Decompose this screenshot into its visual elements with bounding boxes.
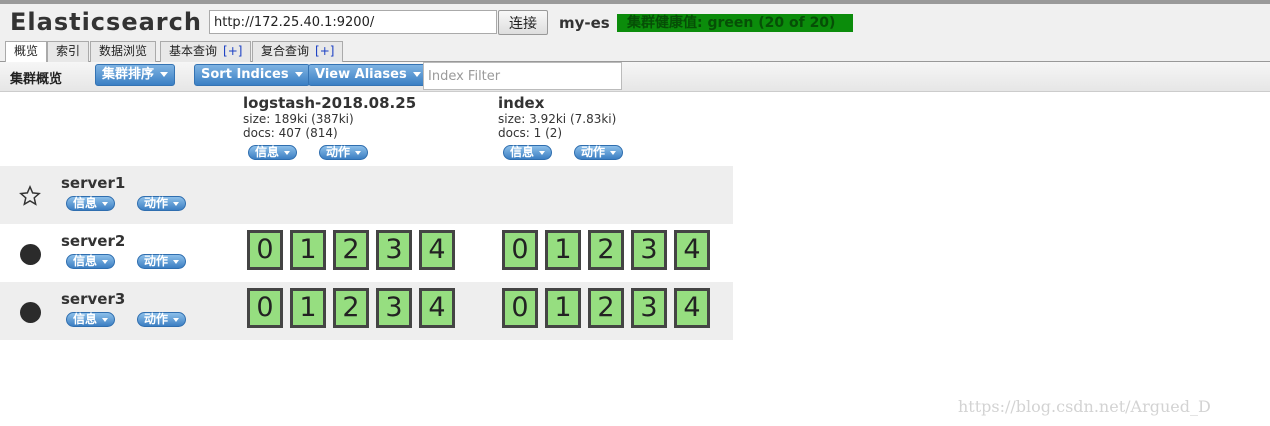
shard-box[interactable]: 0 [502,288,538,328]
index-name: index [498,94,545,112]
shard-box[interactable]: 2 [333,288,369,328]
index-size: size: 3.92ki (7.83ki) [498,112,617,126]
watermark: https://blog.csdn.net/Argued_D [958,397,1211,416]
shard-box[interactable]: 4 [419,230,455,270]
sort-indices-button[interactable]: Sort Indices [194,64,310,86]
chevron-down-icon [102,317,109,322]
shard-box[interactable]: 2 [333,230,369,270]
shard-box[interactable]: 1 [290,288,326,328]
server-info-button[interactable]: 信息 [66,312,116,327]
server-info-button[interactable]: 信息 [66,254,116,269]
connect-button[interactable]: 连接 [498,10,548,35]
shard-box[interactable]: 3 [631,288,667,328]
server-action-button[interactable]: 动作 [137,312,187,327]
server-action-button[interactable]: 动作 [137,254,187,269]
cluster-name: my-es [559,14,610,32]
chevron-down-icon [102,201,109,206]
index-docs: docs: 1 (2) [498,126,563,140]
tab-basic-query[interactable]: 基本查询 [+] [160,41,252,62]
pill-label: 信息 [73,312,98,326]
server-name: server3 [61,290,126,308]
chevron-down-icon [173,201,180,206]
tab-indices[interactable]: 索引 [47,41,90,62]
server-row: server1 信息 动作 [0,166,733,224]
tab-label: 概览 [14,44,39,58]
pill-label: 信息 [73,196,98,210]
shard-box[interactable]: 2 [588,230,624,270]
server-name: server2 [61,232,126,250]
chevron-down-icon [294,72,303,77]
tab-label: 基本查询 [169,44,218,58]
tab-bar: 概览 索引 数据浏览 基本查询 [+] 复合查询 [+] [0,40,1270,63]
chevron-down-icon [610,150,617,155]
server-row: server3 信息 动作 0 1 2 3 4 0 1 2 3 4 [0,282,733,340]
index-size: size: 189ki (387ki) [243,112,354,126]
index-docs: docs: 407 (814) [243,126,338,140]
overview-toolbar: 集群概览 集群排序 Sort Indices View Aliases [0,62,1270,92]
chevron-down-icon [412,72,421,77]
filled-circle-icon [20,244,41,265]
chevron-down-icon [355,150,362,155]
view-aliases-label: View Aliases [315,67,407,82]
shard-box[interactable]: 4 [674,230,710,270]
pill-label: 信息 [73,254,98,268]
top-bar: Elasticsearch 连接 my-es 集群健康值: green (20 … [0,0,1270,40]
shard-box[interactable]: 3 [631,230,667,270]
index-info-button[interactable]: 信息 [503,145,553,160]
tab-browser[interactable]: 数据浏览 [90,41,157,62]
shard-box[interactable]: 2 [588,288,624,328]
pill-label: 动作 [326,145,351,159]
star-outline-icon[interactable] [19,185,41,207]
shard-box[interactable]: 0 [247,230,283,270]
pill-label: 动作 [581,145,606,159]
app-title: Elasticsearch [10,8,202,36]
chevron-down-icon [173,317,180,322]
tab-plus: [+] [223,44,243,58]
index-action-button[interactable]: 动作 [574,145,624,160]
shard-box[interactable]: 1 [545,288,581,328]
cluster-url-input[interactable] [209,10,497,34]
shard-box[interactable]: 4 [674,288,710,328]
index-action-button[interactable]: 动作 [319,145,369,160]
tab-label: 复合查询 [261,44,310,58]
tab-compound-query[interactable]: 复合查询 [+] [252,41,344,62]
pill-label: 动作 [144,196,169,210]
shard-box[interactable]: 3 [376,288,412,328]
overview-title: 集群概览 [10,72,63,87]
index-info-button[interactable]: 信息 [248,145,298,160]
sort-indices-label: Sort Indices [201,67,289,82]
shard-box[interactable]: 0 [247,288,283,328]
tab-label: 索引 [56,44,81,58]
shard-box[interactable]: 4 [419,288,455,328]
shard-box[interactable]: 1 [290,230,326,270]
view-aliases-button[interactable]: View Aliases [308,64,428,86]
filled-circle-icon [20,302,41,323]
chevron-down-icon [284,150,291,155]
shard-box[interactable]: 3 [376,230,412,270]
chevron-down-icon [539,150,546,155]
server-name: server1 [61,174,126,192]
server-action-button[interactable]: 动作 [137,196,187,211]
sort-cluster-button[interactable]: 集群排序 [95,64,176,86]
cluster-health-badge: 集群健康值: green (20 of 20) [617,14,853,32]
chevron-down-icon [160,72,169,77]
tab-plus: [+] [315,44,335,58]
pill-label: 信息 [510,145,535,159]
index-filter-input[interactable] [423,62,622,90]
pill-label: 动作 [144,254,169,268]
pill-label: 信息 [255,145,280,159]
chevron-down-icon [173,259,180,264]
pill-label: 动作 [144,312,169,326]
chevron-down-icon [102,259,109,264]
index-name: logstash-2018.08.25 [243,94,417,112]
shard-box[interactable]: 0 [502,230,538,270]
shard-box[interactable]: 1 [545,230,581,270]
server-row: server2 信息 动作 0 1 2 3 4 0 1 2 3 4 [0,224,733,282]
tab-label: 数据浏览 [99,44,148,58]
tab-overview[interactable]: 概览 [5,41,48,63]
sort-cluster-label: 集群排序 [102,67,155,82]
server-info-button[interactable]: 信息 [66,196,116,211]
